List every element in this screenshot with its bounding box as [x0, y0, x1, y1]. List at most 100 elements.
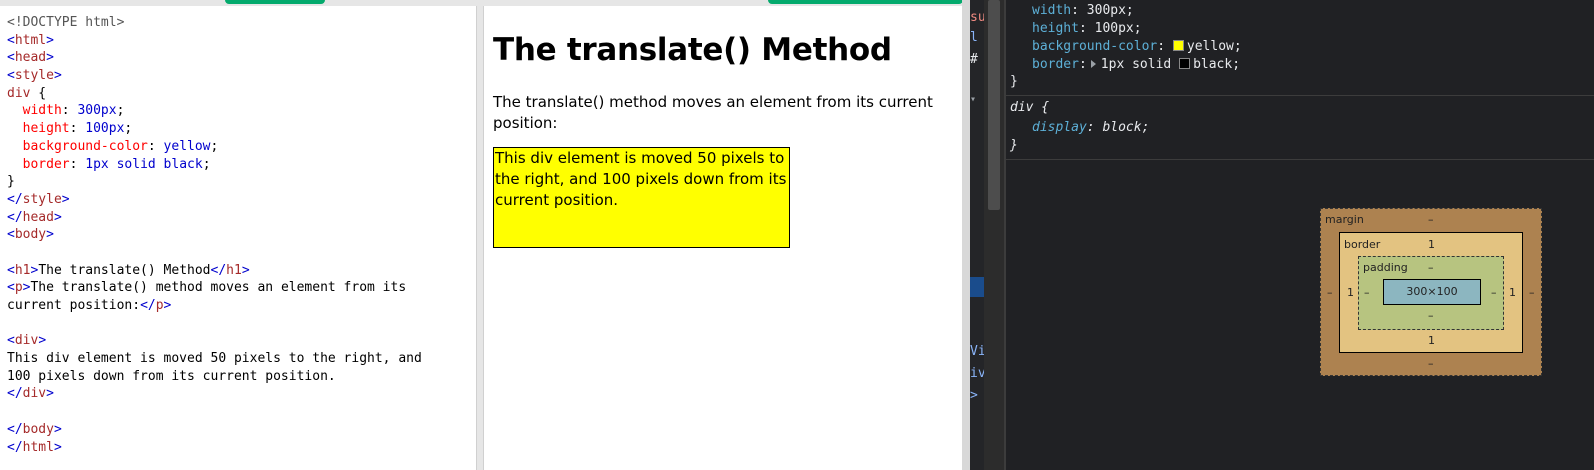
- gutter-text: l: [970, 30, 978, 45]
- box-model-content[interactable]: 300×100: [1383, 279, 1481, 305]
- code-editor[interactable]: <!DOCTYPE html> <html> <head> <style> div { …: [0, 6, 477, 470]
- code-line[interactable]: current position:</p>: [7, 297, 422, 315]
- code-line[interactable]: <div>: [7, 332, 422, 350]
- ua-decl-display: display: block;: [1032, 120, 1150, 135]
- code-line[interactable]: height: 100px;: [7, 120, 422, 138]
- translated-div: This div element is moved 50 pixels to t…: [493, 147, 790, 248]
- border-top-value[interactable]: 1: [1428, 238, 1435, 251]
- code-line[interactable]: </style>: [7, 191, 422, 209]
- pane-resizer[interactable]: [476, 6, 484, 470]
- prop-value[interactable]: black;: [1193, 57, 1240, 72]
- run-button[interactable]: [225, 0, 325, 4]
- code-line[interactable]: <body>: [7, 226, 422, 244]
- prop-value[interactable]: yellow;: [1187, 39, 1242, 54]
- code-token: <: [7, 32, 15, 48]
- margin-top-value[interactable]: –: [1428, 213, 1434, 226]
- code-line[interactable]: [7, 315, 422, 333]
- code-line[interactable]: </body>: [7, 421, 422, 439]
- code-token: 300px: [77, 103, 117, 119]
- style-decl-background-color[interactable]: background-color: yellow;: [1032, 39, 1242, 54]
- code-token: width: [22, 103, 62, 119]
- color-swatch[interactable]: [1179, 58, 1191, 69]
- code-line[interactable]: border: 1px solid black;: [7, 156, 422, 174]
- code-token: <: [7, 50, 15, 66]
- code-line[interactable]: width: 300px;: [7, 102, 422, 120]
- border-left-value[interactable]: 1: [1347, 286, 1354, 299]
- prop-value[interactable]: 1px solid: [1101, 57, 1171, 72]
- code-line[interactable]: <head>: [7, 49, 422, 67]
- devtools-resizer[interactable]: [962, 0, 970, 470]
- code-token: <: [7, 227, 15, 243]
- code-line[interactable]: This div element is moved 50 pixels to t…: [7, 350, 422, 368]
- code-line[interactable]: </head>: [7, 209, 422, 227]
- code-token: This div element is moved 50 pixels to t…: [7, 351, 422, 367]
- code-token: </: [7, 439, 23, 455]
- code-line[interactable]: <p>The translate() method moves an eleme…: [7, 279, 422, 297]
- code-line[interactable]: background-color: yellow;: [7, 138, 422, 156]
- code-token: head: [14, 50, 47, 66]
- code-token: div: [14, 333, 39, 349]
- prop-value[interactable]: 300px;: [1087, 3, 1134, 18]
- code-line[interactable]: <!DOCTYPE html>: [7, 14, 422, 32]
- code-token: ;: [210, 138, 219, 154]
- code-token: ;: [124, 121, 133, 137]
- style-decl-width[interactable]: width: 300px;: [1032, 3, 1134, 18]
- box-model-margin[interactable]: margin – – – – border 1 1 1 1 padding – …: [1320, 208, 1542, 376]
- style-decl-height[interactable]: height: 100px;: [1032, 21, 1142, 36]
- code-line[interactable]: div {: [7, 85, 422, 103]
- padding-top-value[interactable]: –: [1428, 261, 1434, 274]
- code-line[interactable]: <style>: [7, 67, 422, 85]
- margin-right-value[interactable]: –: [1529, 286, 1535, 299]
- code-line[interactable]: <h1>The translate() Method</h1>: [7, 262, 422, 280]
- code-token: >: [53, 209, 62, 225]
- code-line[interactable]: </div>: [7, 385, 422, 403]
- border-right-value[interactable]: 1: [1509, 286, 1516, 299]
- code-token: >: [46, 227, 54, 243]
- gutter-text: >: [970, 388, 978, 403]
- prop-value: block;: [1102, 120, 1150, 135]
- color-swatch[interactable]: [1172, 40, 1184, 51]
- code-line[interactable]: <html>: [7, 32, 422, 50]
- code-line[interactable]: [7, 403, 422, 421]
- code-line[interactable]: }: [7, 173, 422, 191]
- code-token: >: [241, 262, 250, 278]
- box-model-padding[interactable]: padding – – – – 300×100: [1358, 256, 1504, 330]
- code-token: </: [7, 421, 23, 437]
- margin-bottom-value[interactable]: –: [1428, 357, 1434, 370]
- scrollbar-thumb[interactable]: [988, 0, 1000, 210]
- code-line[interactable]: [7, 244, 422, 262]
- prop-value[interactable]: 100px;: [1095, 21, 1142, 36]
- code-token: >: [46, 50, 54, 66]
- devtools-scrollbar[interactable]: [984, 0, 1004, 470]
- code-token: 100px: [85, 121, 125, 137]
- code-text[interactable]: <!DOCTYPE html> <html> <head> <style> div { …: [7, 14, 422, 456]
- code-token: >: [53, 421, 62, 437]
- code-token: style: [14, 68, 54, 84]
- code-token: >: [53, 68, 62, 84]
- border-bottom-value[interactable]: 1: [1428, 334, 1435, 347]
- code-token: The translate() method moves an element …: [30, 280, 407, 296]
- code-token: current position:: [7, 298, 141, 313]
- style-decl-border[interactable]: border: 1px solid black;: [1032, 57, 1240, 72]
- margin-label: margin: [1325, 213, 1364, 226]
- code-token: h1: [14, 262, 31, 278]
- code-token: border: [22, 156, 70, 172]
- padding-right-value[interactable]: –: [1491, 286, 1497, 299]
- padding-bottom-value[interactable]: –: [1428, 309, 1434, 322]
- gutter-text: iv: [970, 366, 984, 381]
- padding-left-value[interactable]: –: [1364, 286, 1370, 299]
- margin-left-value[interactable]: –: [1327, 286, 1333, 299]
- code-token: >: [53, 439, 62, 455]
- expand-triangle-icon[interactable]: [1090, 60, 1096, 68]
- code-line[interactable]: </html>: [7, 439, 422, 457]
- code-token: <!DOCTYPE html>: [7, 15, 125, 30]
- code-token: >: [46, 386, 54, 402]
- get-website-button[interactable]: [768, 0, 963, 4]
- code-line[interactable]: 100 pixels down from its current positio…: [7, 368, 422, 386]
- box-model-border[interactable]: border 1 1 1 1 padding – – – – 300×100: [1339, 232, 1523, 353]
- code-token: </: [140, 298, 156, 313]
- code-token: :: [69, 156, 86, 172]
- code-token: :: [61, 103, 78, 119]
